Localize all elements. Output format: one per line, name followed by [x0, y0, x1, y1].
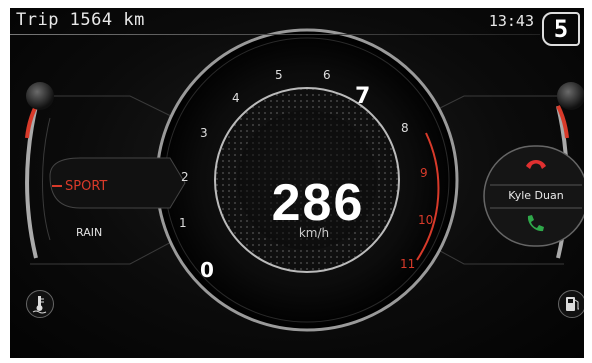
dashboard-screen: Trip 1564 km 13:43 5 0 1 2 3 4 5 6 7 8 9… — [10, 8, 584, 358]
tick-label-0: 0 — [200, 258, 214, 282]
mode-rain-button[interactable]: RAIN — [76, 226, 102, 239]
tick-label-2: 2 — [181, 170, 189, 184]
decline-phone-icon — [526, 160, 546, 169]
tick-label-5: 5 — [275, 68, 283, 82]
speed-unit: km/h — [298, 226, 330, 240]
tick-label-6: 6 — [323, 68, 331, 82]
right-knob — [557, 82, 584, 110]
coolant-temperature-icon — [32, 296, 47, 314]
decline-call-button[interactable] — [524, 155, 548, 177]
tick-label-4: 4 — [232, 91, 240, 105]
tick-label-9: 9 — [420, 166, 428, 180]
device-frame: Trip 1564 km 13:43 5 0 1 2 3 4 5 6 7 8 9… — [0, 0, 592, 363]
active-mode-marker — [52, 185, 62, 187]
status-bar: Trip 1564 km 13:43 5 — [10, 8, 584, 46]
clock: 13:43 — [488, 12, 534, 30]
tick-label-10: 10 — [418, 213, 434, 227]
tick-label-1: 1 — [179, 216, 187, 230]
accept-phone-icon — [527, 215, 544, 232]
caller-name: Kyle Duan — [508, 189, 564, 202]
mode-sport-button[interactable]: SPORT — [65, 179, 107, 194]
temperature-indicator — [26, 290, 54, 318]
tick-label-11: 11 — [400, 257, 416, 271]
tick-label-7: 7 — [355, 84, 371, 109]
fuel-pump-icon — [566, 297, 579, 311]
tick-label-8: 8 — [401, 121, 409, 135]
tick-label-3: 3 — [200, 126, 208, 140]
left-knob — [26, 82, 54, 110]
trip-distance: Trip 1564 km — [16, 10, 145, 30]
top-divider — [10, 34, 540, 35]
speed-readout: 286 — [271, 174, 365, 232]
accept-call-button[interactable] — [524, 213, 546, 239]
fuel-indicator — [558, 290, 584, 318]
gear-indicator: 5 — [542, 12, 580, 46]
